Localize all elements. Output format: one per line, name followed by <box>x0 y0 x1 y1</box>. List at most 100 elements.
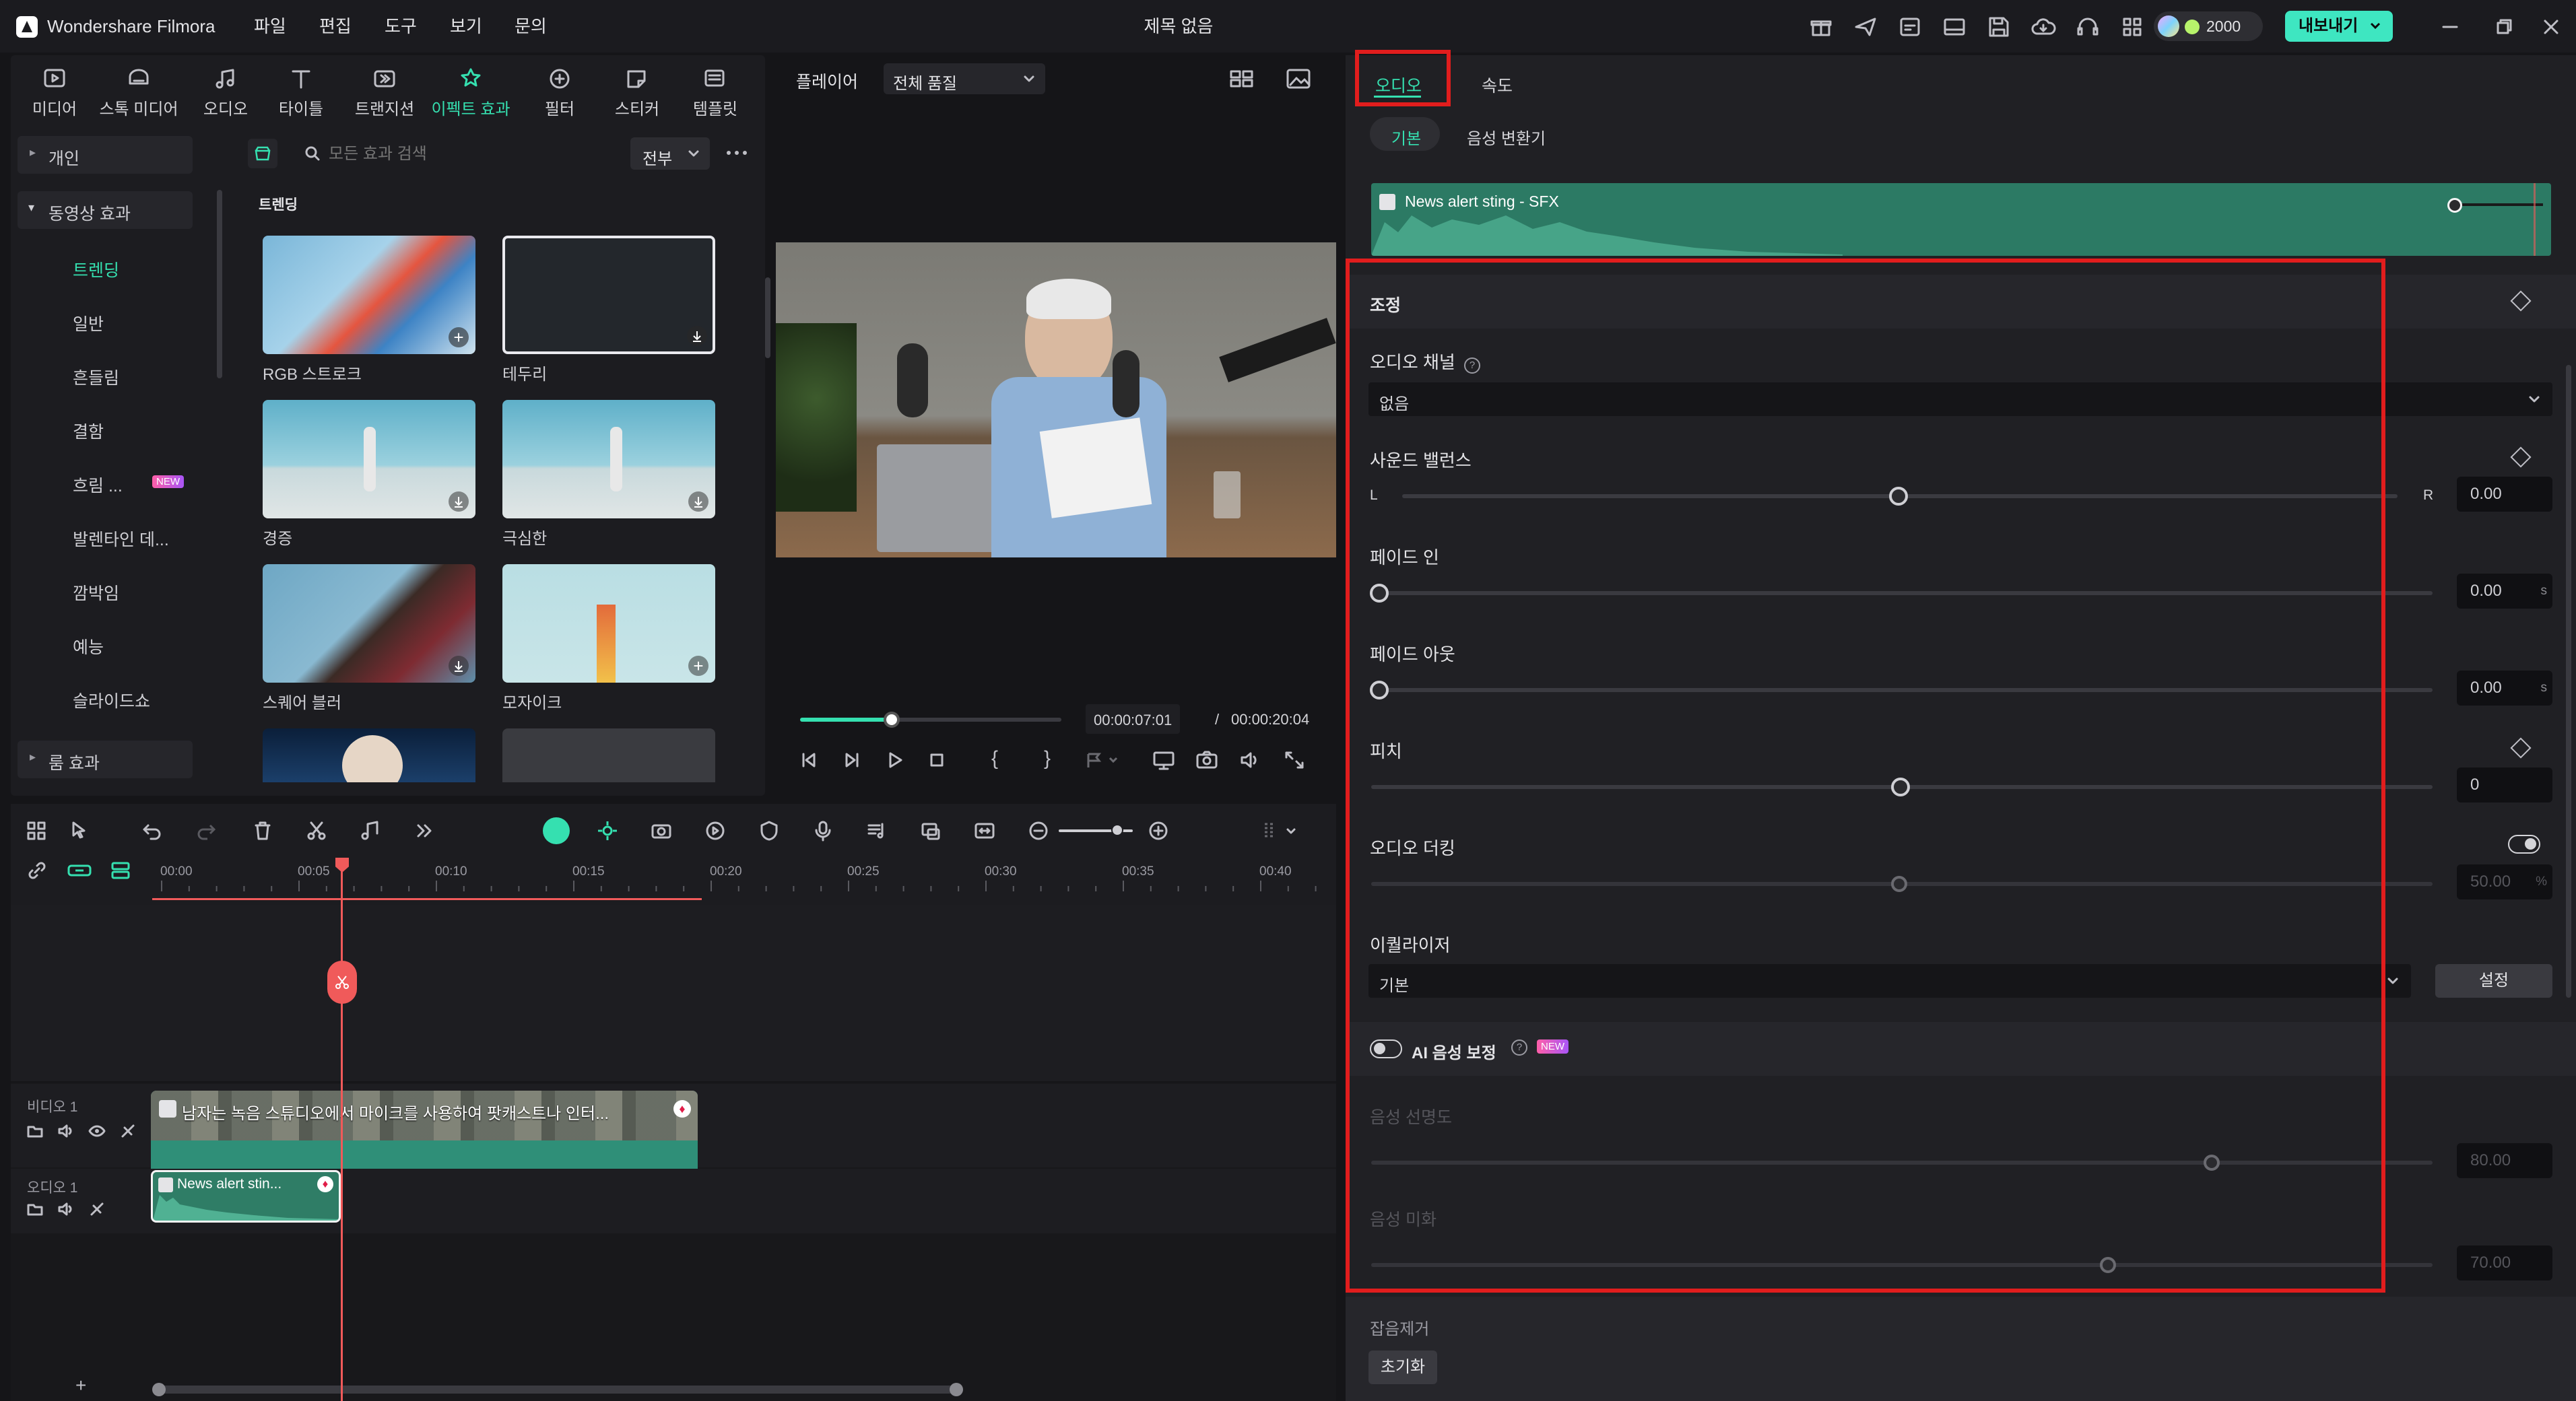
replace-icon[interactable] <box>919 819 943 843</box>
video-preview[interactable] <box>776 242 1336 557</box>
effect-thumb-extreme[interactable] <box>502 400 715 518</box>
effect-thumb-mild[interactable] <box>263 400 475 518</box>
snap-icon[interactable] <box>66 859 93 882</box>
prev-frame-icon[interactable] <box>797 749 820 772</box>
sidebar-scrollbar[interactable] <box>217 190 222 378</box>
folder-icon[interactable] <box>26 1200 44 1219</box>
voice-clarity-input[interactable]: 80.00 <box>2457 1143 2552 1178</box>
playhead-split-button[interactable] <box>327 961 357 1004</box>
delete-icon[interactable] <box>251 819 275 843</box>
mic-icon[interactable] <box>811 819 835 843</box>
menu-view[interactable]: 보기 <box>450 0 482 53</box>
fullscreen-icon[interactable] <box>1282 749 1307 772</box>
effect-thumb-square-blur[interactable] <box>263 564 475 683</box>
store-icon[interactable] <box>248 139 277 168</box>
audio-edit-icon[interactable] <box>358 819 383 843</box>
zoom-out-icon[interactable] <box>1026 819 1051 843</box>
sidebar-item-slideshow[interactable]: 슬라이드쇼 <box>73 688 150 712</box>
keyframe-diamond-icon[interactable] <box>2510 446 2532 468</box>
audio-volume-knob[interactable] <box>2447 198 2462 213</box>
sidebar-room-effects[interactable]: ▸ 룸 효과 <box>18 741 193 778</box>
speed-icon[interactable] <box>703 819 727 843</box>
media-tab-titles[interactable]: 타이틀 <box>264 62 338 118</box>
zoom-slider[interactable] <box>1059 824 1133 836</box>
effect-thumb-border[interactable] <box>502 236 715 354</box>
media-tab-media[interactable]: 미디어 <box>18 62 92 118</box>
media-tab-stickers[interactable]: 스티커 <box>597 62 678 118</box>
minimize-button[interactable] <box>2438 15 2462 39</box>
media-tab-templates[interactable]: 템플릿 <box>675 62 756 118</box>
volume-icon[interactable] <box>1238 749 1262 772</box>
restore-button[interactable] <box>2492 15 2516 39</box>
render-preview-icon[interactable] <box>1152 749 1176 772</box>
credits-pill[interactable]: 2000 <box>2154 11 2263 41</box>
snapshot-view-icon[interactable] <box>1285 67 1312 90</box>
effects-scrollbar[interactable] <box>765 277 770 358</box>
zoom-in-icon[interactable] <box>1146 819 1170 843</box>
ai-assist-icon[interactable] <box>543 817 570 844</box>
menu-tools[interactable]: 도구 <box>385 0 417 53</box>
select-tool-icon[interactable] <box>67 819 92 843</box>
media-tab-audio[interactable]: 오디오 <box>189 62 263 118</box>
lock-icon[interactable] <box>88 1200 106 1219</box>
effects-filter-dropdown[interactable]: 전부 <box>630 137 710 170</box>
track-manager-icon[interactable] <box>109 859 132 882</box>
keyframe-diamond-icon[interactable] <box>2510 290 2532 312</box>
sidebar-item-trending[interactable]: 트렌딩 <box>73 257 119 281</box>
sidebar-item-blur[interactable]: 흐림 ... <box>73 473 123 497</box>
send-icon[interactable] <box>1851 12 1880 42</box>
player-progress-track[interactable] <box>800 712 1061 728</box>
zoom-slider-knob[interactable] <box>1111 824 1123 836</box>
save-icon[interactable] <box>1984 12 2014 42</box>
more-tools-icon[interactable] <box>412 819 436 843</box>
effects-search-input[interactable] <box>327 139 552 170</box>
add-track-icon[interactable]: + <box>75 1375 86 1396</box>
undo-icon[interactable] <box>140 819 164 843</box>
view-options-icon[interactable] <box>1261 819 1304 843</box>
video-clip[interactable]: 남자는 녹음 스튜디오에서 마이크를 사용하여 팟캐스트나 인터... ♦ <box>151 1091 698 1177</box>
export-button[interactable]: 내보내기 <box>2285 11 2393 42</box>
stabilize-icon[interactable] <box>595 819 620 843</box>
sidebar-item-shake[interactable]: 흔들림 <box>73 365 119 389</box>
voice-beautify-input[interactable]: 70.00 <box>2457 1245 2552 1280</box>
grid-view-icon[interactable] <box>1228 67 1255 90</box>
scrollbar-handle-left[interactable] <box>152 1383 166 1396</box>
fade-out-input[interactable]: 0.00 s <box>2457 671 2552 706</box>
eye-icon[interactable] <box>88 1122 106 1140</box>
redo-icon[interactable] <box>194 819 218 843</box>
mark-out-icon[interactable]: } <box>1044 747 1051 770</box>
download-icon[interactable] <box>688 491 708 512</box>
gift-icon[interactable] <box>1806 12 1836 42</box>
menu-file[interactable]: 파일 <box>254 0 286 53</box>
marker-icon[interactable] <box>1083 749 1123 772</box>
menu-help[interactable]: 문의 <box>515 0 547 53</box>
sidebar-personal[interactable]: ▸ 개인 <box>18 136 193 174</box>
mask-icon[interactable] <box>757 819 781 843</box>
inspector-scrollbar[interactable] <box>2566 365 2571 998</box>
speaker-icon[interactable] <box>57 1200 75 1219</box>
timeline-ruler[interactable]: 00:00 00:05 00:10 00:15 00:20 00:25 00:30 00:35… <box>152 858 1336 898</box>
sidebar-item-glitch[interactable]: 결함 <box>73 419 104 443</box>
effect-thumb-partial[interactable] <box>263 728 475 782</box>
media-tab-effects[interactable]: 이펙트 효과 <box>420 62 521 118</box>
next-frame-icon[interactable] <box>840 749 863 772</box>
fit-icon[interactable] <box>972 819 997 843</box>
stop-icon[interactable] <box>925 749 948 772</box>
headset-icon[interactable] <box>2073 12 2103 42</box>
sound-balance-input[interactable]: 0.00 <box>2457 477 2552 512</box>
sidebar-item-valentine[interactable]: 발렌타인 데... <box>73 526 169 551</box>
keyframe-diamond-icon[interactable] <box>2510 737 2532 759</box>
cut-icon[interactable] <box>304 819 329 843</box>
add-icon[interactable]: + <box>688 656 708 676</box>
sidebar-item-variety[interactable]: 예능 <box>73 634 104 658</box>
audio-clip-preview[interactable]: News alert sting - SFX <box>1371 183 2551 256</box>
media-tab-transitions[interactable]: 트랜지션 <box>341 62 428 118</box>
snapshot-icon[interactable] <box>1195 749 1219 772</box>
more-options-icon[interactable] <box>723 143 750 163</box>
download-icon[interactable] <box>449 656 469 676</box>
effect-thumb-partial[interactable] <box>502 728 715 782</box>
mark-in-icon[interactable]: { <box>991 747 998 770</box>
ducking-toggle[interactable] <box>2508 835 2540 854</box>
effect-thumb-mosaic[interactable]: + <box>502 564 715 683</box>
layout-grid-icon[interactable] <box>24 819 48 843</box>
